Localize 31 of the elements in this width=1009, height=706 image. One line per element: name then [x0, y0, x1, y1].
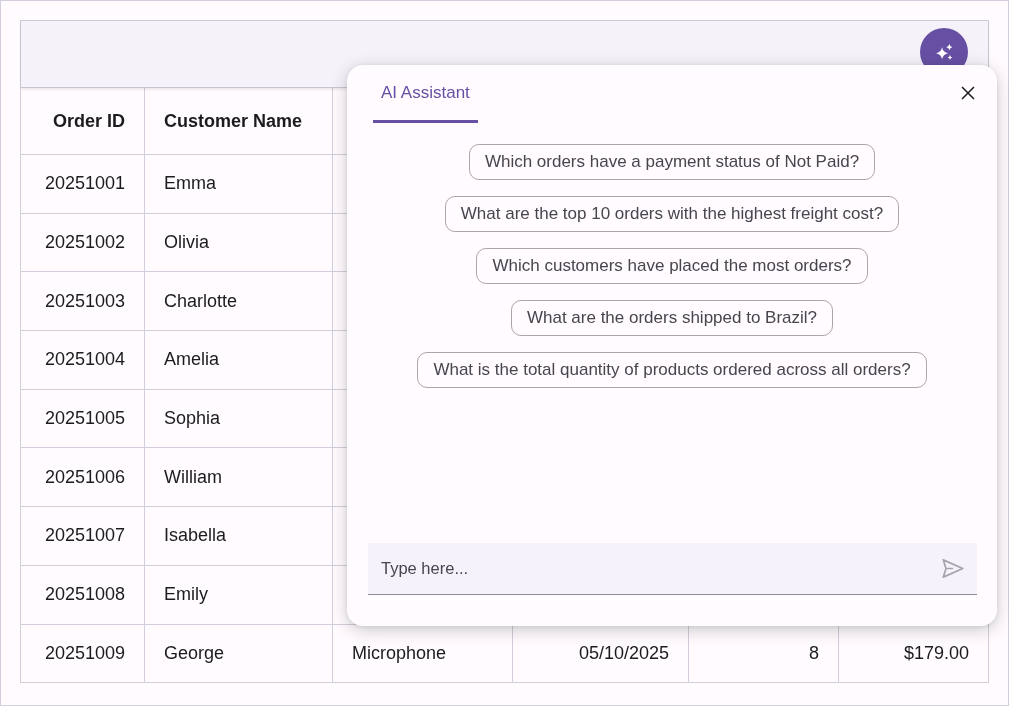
table-cell: Emma — [145, 155, 333, 214]
table-cell: 20251006 — [21, 448, 145, 508]
table-cell: Olivia — [145, 213, 333, 273]
column-header[interactable]: Order ID — [21, 88, 145, 155]
table-cell: 20251009 — [21, 624, 145, 684]
suggestion-chip[interactable]: What are the orders shipped to Brazil? — [510, 300, 834, 336]
table-cell: Emily — [145, 565, 333, 625]
suggestion-chip[interactable]: Which orders have a payment status of Not Paid? — [468, 144, 876, 180]
table-cell: 20251001 — [21, 155, 145, 214]
suggestion-chip[interactable]: What is the total quantity of products ordered across all orders? — [417, 352, 927, 388]
table-cell: Sophia — [145, 389, 333, 449]
table-cell: 20251005 — [21, 389, 145, 449]
table-cell: 20251007 — [21, 507, 145, 566]
table-cell: 20251004 — [21, 331, 145, 390]
table-cell: George — [145, 624, 333, 684]
table-cell: 20251008 — [21, 565, 145, 625]
table-cell: Amelia — [145, 331, 333, 390]
sparkle-icon — [935, 44, 953, 60]
table-cell: 20251003 — [21, 272, 145, 332]
ai-assistant-button[interactable] — [920, 28, 968, 65]
table-cell: Isabella — [145, 507, 333, 566]
column-header[interactable]: Customer Name — [145, 88, 333, 155]
close-icon — [961, 86, 975, 100]
message-input-field[interactable]: Type here... — [368, 543, 977, 595]
suggestion-chip[interactable]: What are the top 10 orders with the highest freight cost? — [444, 196, 900, 232]
send-icon — [942, 558, 964, 578]
table-cell: 20251002 — [21, 213, 145, 273]
table-cell: William — [145, 448, 333, 508]
table-cell: Charlotte — [145, 272, 333, 332]
suggestion-chip[interactable]: Which customers have placed the most orders? — [476, 248, 868, 284]
tab[interactable]: AI Assistant — [373, 65, 478, 123]
